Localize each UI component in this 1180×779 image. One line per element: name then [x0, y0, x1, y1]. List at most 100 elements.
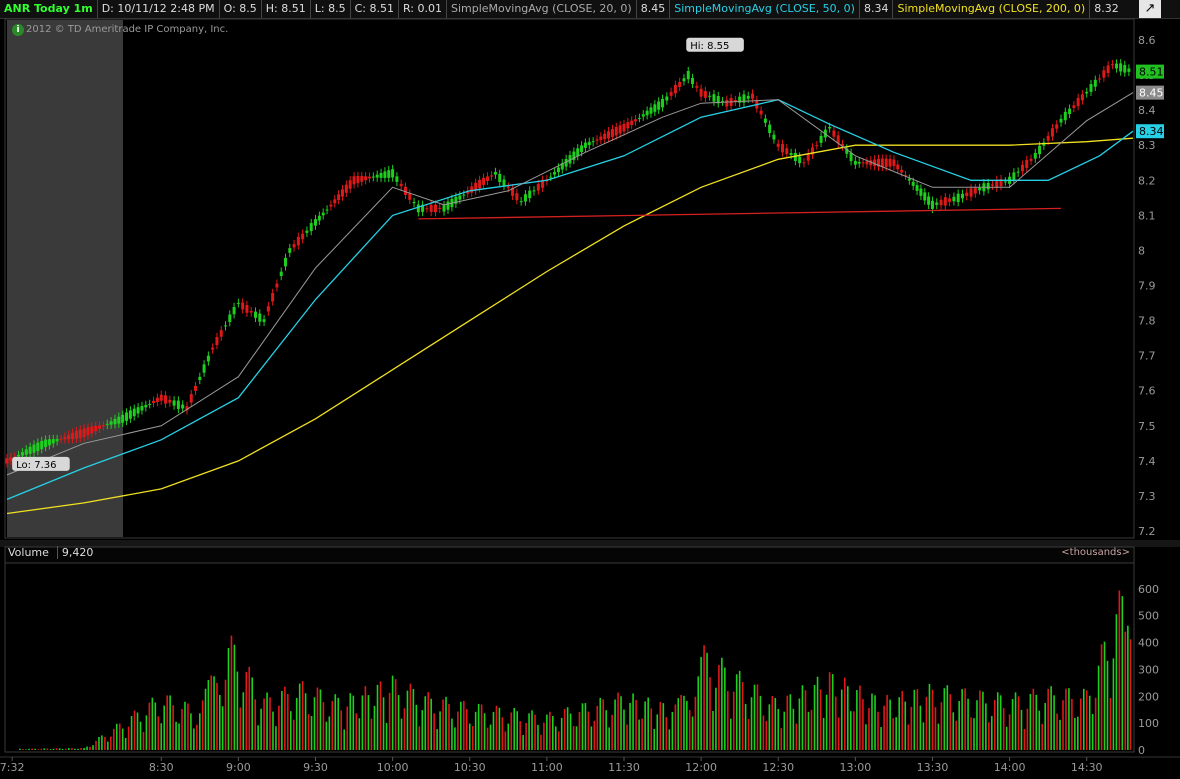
- volume-bar: [376, 684, 379, 750]
- candle-body: [202, 364, 206, 373]
- candle-body: [262, 319, 266, 322]
- volume-bar: [340, 710, 343, 750]
- volume-bar: [275, 726, 277, 750]
- volume-bar: [1005, 726, 1008, 750]
- volume-bar: [819, 689, 822, 750]
- candle-body: [649, 107, 653, 114]
- volume-bar: [525, 722, 527, 750]
- price-volume-chart[interactable]: 8.68.58.48.38.28.187.97.87.77.67.57.47.3…: [0, 0, 1180, 779]
- volume-bar: [104, 736, 106, 750]
- candle-body: [708, 95, 712, 97]
- candle-body: [781, 144, 785, 153]
- candle-body: [911, 181, 915, 186]
- volume-bar: [1029, 693, 1032, 750]
- volume-bar: [1017, 696, 1020, 750]
- volume-bar: [160, 723, 163, 750]
- candle-body: [399, 183, 403, 187]
- volume-bar: [828, 672, 831, 750]
- candle-body: [819, 135, 823, 143]
- volume-bar: [388, 692, 391, 750]
- volume-bar: [409, 683, 412, 750]
- volume-bar: [777, 708, 780, 750]
- volume-bar: [118, 723, 121, 750]
- candle-body: [973, 188, 977, 194]
- volume-bar: [871, 693, 873, 750]
- volume-bar: [874, 695, 876, 750]
- volume-bar: [124, 737, 127, 750]
- volume-bar: [421, 710, 424, 750]
- volume-bar: [92, 745, 94, 750]
- volume-bar: [738, 670, 741, 750]
- volume-bar: [175, 721, 177, 750]
- volume-bar: [721, 657, 723, 750]
- volume-header: Volume 9,420: [8, 546, 94, 559]
- candle-body: [1127, 68, 1131, 72]
- volume-bar: [638, 719, 640, 750]
- candle-body: [1115, 63, 1119, 69]
- volume-bar: [735, 674, 738, 750]
- volume-bar: [747, 718, 750, 750]
- candle-body: [90, 426, 94, 434]
- volume-bar: [1023, 729, 1026, 750]
- volume-bar: [940, 702, 943, 750]
- candle-body: [802, 162, 806, 164]
- candle-body: [1089, 84, 1093, 92]
- candle-body: [622, 123, 626, 132]
- volume-bar: [913, 689, 916, 750]
- volume-bar: [504, 731, 507, 750]
- volume-bar: [519, 721, 521, 750]
- candle-body: [105, 423, 109, 425]
- volume-bar: [319, 689, 322, 750]
- volume-bar: [284, 686, 286, 750]
- candle-body: [245, 305, 249, 313]
- volume-bar: [1026, 708, 1029, 750]
- candle-body: [686, 70, 690, 80]
- volume-bar: [1050, 686, 1052, 750]
- candle-body: [5, 458, 9, 464]
- candle-body: [40, 440, 44, 450]
- volume-bar: [904, 701, 907, 750]
- volume-bar: [750, 697, 753, 750]
- volume-bar: [112, 728, 115, 750]
- price-tick-label: 8.1: [1138, 209, 1156, 222]
- volume-bar: [563, 708, 566, 750]
- volume-bar: [718, 665, 720, 750]
- volume-bar: [1091, 713, 1094, 750]
- volume-bar: [391, 675, 394, 750]
- candle-body: [665, 96, 669, 101]
- volume-bar: [68, 748, 70, 750]
- candle-body: [172, 400, 176, 406]
- candle-body: [101, 425, 105, 427]
- volume-bar: [650, 708, 653, 750]
- volume-bar: [925, 696, 928, 750]
- candle-body: [1055, 124, 1059, 129]
- candle-body: [425, 208, 429, 210]
- volume-bar: [445, 696, 447, 750]
- candle-body: [669, 91, 673, 96]
- volume-bar: [86, 746, 88, 750]
- volume-header-strip: [4, 546, 1135, 564]
- volume-bar: [260, 708, 262, 750]
- candle-body: [607, 131, 611, 139]
- info-icon: i: [12, 24, 24, 36]
- volume-bar: [554, 726, 557, 750]
- volume-bar: [1077, 716, 1079, 750]
- candle-body: [919, 188, 923, 196]
- volume-bar: [587, 711, 590, 750]
- volume-bar: [662, 703, 665, 750]
- candle-body: [626, 122, 630, 129]
- volume-bar: [483, 713, 486, 750]
- candle-body: [1098, 78, 1102, 80]
- candle-body: [109, 421, 113, 425]
- volume-bar: [706, 652, 708, 750]
- volume-bar: [343, 729, 346, 750]
- candle-body: [325, 209, 329, 211]
- volume-bar: [1053, 695, 1055, 750]
- volume-bar: [560, 717, 563, 750]
- volume-tick-label: 500: [1138, 610, 1159, 623]
- volume-tick-label: 400: [1138, 637, 1159, 650]
- volume-bar: [907, 724, 910, 750]
- volume-bar: [301, 681, 304, 750]
- volume-bar: [955, 720, 958, 750]
- candle-body: [317, 215, 321, 221]
